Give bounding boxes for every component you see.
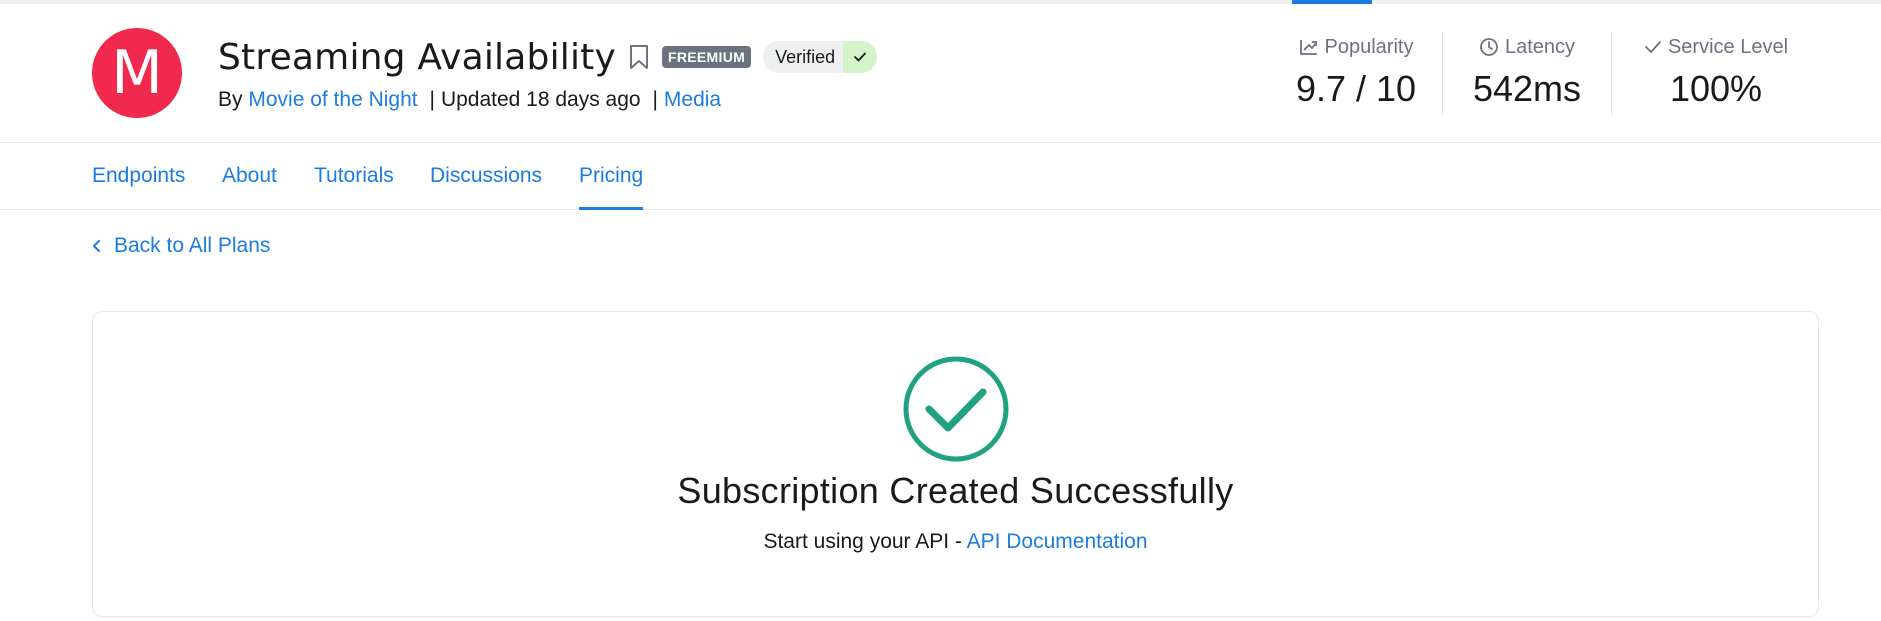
stat-popularity: Popularity 9.7 / 10 — [1270, 32, 1442, 116]
stat-value: 100% — [1669, 68, 1763, 109]
api-documentation-link[interactable]: API Documentation — [967, 530, 1148, 553]
stat-label: Service Level — [1667, 35, 1789, 58]
stat-value: 9.7 / 10 — [1295, 68, 1417, 109]
success-check-icon — [903, 356, 1009, 462]
stat-service-level: Service Level 100% — [1611, 32, 1820, 116]
api-avatar: M — [92, 28, 182, 118]
updated-text: Updated 18 days ago — [440, 88, 641, 111]
category-link[interactable]: Media — [664, 88, 721, 111]
back-link-label: Back to All Plans — [114, 234, 271, 257]
chevron-left-icon — [93, 240, 100, 252]
stat-label-row: Latency — [1479, 32, 1575, 62]
success-card: Subscription Created Successfully Start … — [92, 311, 1819, 617]
byline-prefix: By — [218, 88, 243, 111]
pricing-badge: FREEMIUM — [662, 46, 752, 68]
tab-about[interactable]: About — [222, 143, 277, 209]
stat-label-row: Popularity — [1299, 32, 1414, 62]
api-header: M Streaming Availability FREEMIUM Verifi… — [0, 4, 1881, 143]
stat-value: 542ms — [1472, 68, 1582, 109]
byline-separator: | — [429, 88, 435, 111]
success-subtitle-text: Start using your API - — [763, 530, 967, 553]
tab-pricing[interactable]: Pricing — [579, 143, 644, 210]
stat-latency: Latency 542ms — [1442, 32, 1611, 116]
tab-discussions[interactable]: Discussions — [430, 143, 542, 209]
tab-endpoints[interactable]: Endpoints — [92, 143, 185, 209]
tab-tutorials[interactable]: Tutorials — [314, 143, 394, 209]
clock-icon — [1480, 38, 1498, 56]
verified-label: Verified — [775, 46, 836, 67]
success-title: Subscription Created Successfully — [677, 470, 1234, 511]
page: M Streaming Availability FREEMIUM Verifi… — [0, 0, 1881, 621]
success-subtitle: Start using your API - API Documentation — [93, 530, 1818, 554]
byline-separator: | — [652, 88, 658, 111]
stat-label: Popularity — [1324, 35, 1414, 58]
provider-link[interactable]: Movie of the Night — [248, 88, 417, 111]
trend-icon — [1299, 40, 1317, 55]
tab-bar: Endpoints About Tutorials Discussions Pr… — [0, 143, 1881, 210]
stat-label-row: Service Level — [1644, 32, 1788, 62]
stat-label: Latency — [1504, 35, 1576, 58]
byline: By Movie of the Night | Updated 18 days a… — [218, 88, 721, 112]
api-stats: Popularity 9.7 / 10 Latency 542ms Servic… — [1270, 32, 1820, 116]
api-title: Streaming Availability — [218, 36, 616, 78]
bookmark-icon[interactable] — [628, 43, 650, 71]
back-to-plans-link[interactable]: Back to All Plans — [92, 234, 270, 258]
check-icon — [1645, 41, 1661, 53]
title-row: Streaming Availability FREEMIUM Verified — [218, 32, 878, 82]
avatar-letter: M — [111, 38, 163, 108]
verified-check-icon — [843, 41, 878, 73]
verified-badge: Verified — [763, 41, 878, 73]
